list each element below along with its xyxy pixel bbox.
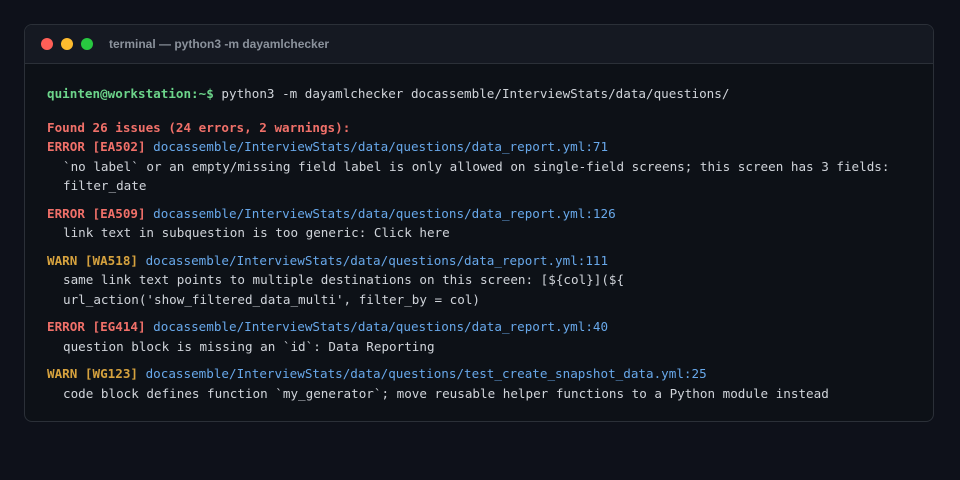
issue-level: ERROR [EA509] — [47, 205, 146, 221]
window-title: terminal — python3 -m dayamlchecker — [109, 37, 330, 51]
terminal-window: terminal — python3 -m dayamlchecker quin… — [24, 24, 934, 422]
issue-level: WARN [WG123] — [47, 366, 138, 381]
issue-path: docassemble/InterviewStats/data/question… — [153, 205, 616, 221]
issue-message: same link text points to multiple destin… — [63, 272, 632, 307]
issue-entry: ERROR [EA502] docassemble/InterviewStats… — [47, 137, 911, 196]
close-window-button[interactable] — [41, 38, 53, 50]
issue-message: code block defines function `my_generato… — [63, 385, 829, 401]
issue-message: `no label` or an empty/missing field lab… — [63, 158, 898, 194]
issue-path: docassemble/InterviewStats/data/question… — [145, 366, 707, 381]
command-text: python3 -m dayamlchecker docassemble/Int… — [221, 86, 730, 101]
issue-path: docassemble/InterviewStats/data/question… — [145, 252, 609, 268]
terminal-output[interactable]: quinten@workstation:~$ python3 -m dayaml… — [25, 64, 933, 403]
issue-level: WARN [WA518] — [47, 252, 138, 268]
issue-entry: ERROR [EA509] docassemble/InterviewStats… — [47, 204, 911, 243]
issue-path: docassemble/InterviewStats/data/question… — [153, 139, 609, 154]
issue-level: ERROR [EG414] — [47, 319, 146, 334]
issue-entry: WARN [WA518] docassemble/InterviewStats/… — [47, 251, 911, 310]
issue-entry: ERROR [EG414] docassemble/InterviewStats… — [47, 317, 911, 356]
issue-message: question block is missing an `id`: Data … — [63, 338, 435, 354]
maximize-window-button[interactable] — [81, 38, 93, 50]
issue-entry: WARN [WG123] docassemble/InterviewStats/… — [47, 364, 911, 403]
minimize-window-button[interactable] — [61, 38, 73, 50]
issue-message: link text in subquestion is too generic:… — [63, 225, 450, 240]
issues-summary: Found 26 issues (24 errors, 2 warnings): — [47, 119, 351, 135]
issue-path: docassemble/InterviewStats/data/question… — [153, 319, 609, 334]
command-line: quinten@workstation:~$ python3 -m dayaml… — [47, 84, 911, 104]
shell-prompt: quinten@workstation:~$ — [47, 86, 214, 101]
title-bar: terminal — python3 -m dayamlchecker — [25, 25, 933, 64]
issue-level: ERROR [EA502] — [47, 139, 146, 154]
